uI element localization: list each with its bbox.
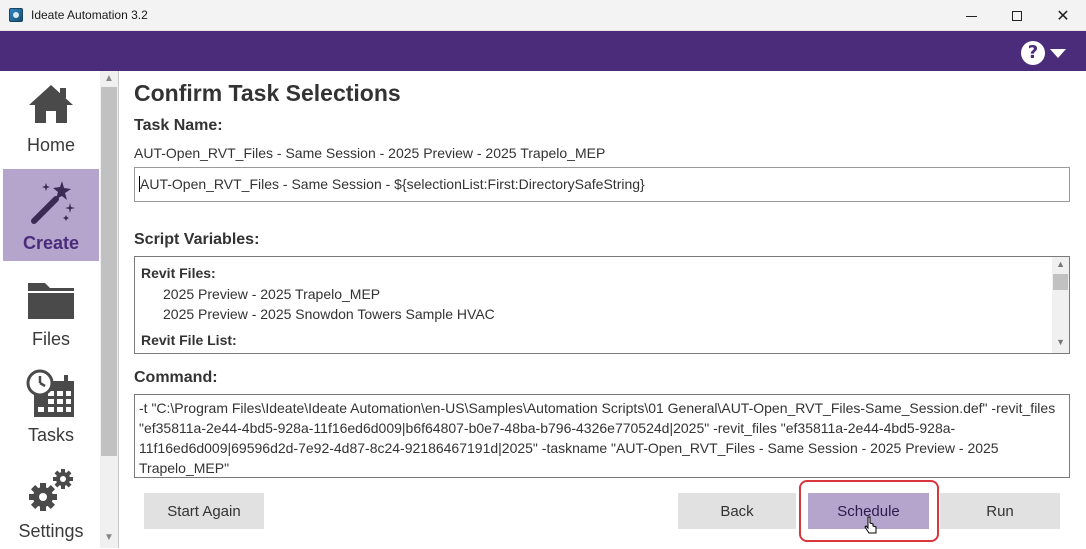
task-name-label: Task Name: (134, 117, 223, 134)
calendar-clock-icon (26, 369, 74, 417)
command-label: Command: (134, 369, 218, 386)
help-icon[interactable]: ? (1021, 41, 1045, 65)
sidebar: Home Create Files Tasks Settings (0, 71, 100, 548)
scroll-up-icon[interactable]: ▲ (104, 73, 114, 84)
script-variables-label: Script Variables: (134, 231, 260, 248)
sidebar-item-home[interactable]: Home (3, 71, 99, 163)
maximize-button[interactable] (994, 0, 1040, 31)
minimize-icon (965, 15, 977, 17)
page-title: Confirm Task Selections (134, 80, 401, 106)
back-button[interactable]: Back (678, 493, 796, 529)
revit-file-list-header: Revit File List: (141, 332, 237, 348)
mouse-pointer-icon (864, 516, 877, 534)
sidebar-item-create[interactable]: Create (3, 169, 99, 261)
close-button[interactable]: ✕ (1040, 0, 1086, 31)
sidebar-item-files[interactable]: Files (3, 265, 99, 357)
scroll-up-icon[interactable]: ▲ (1056, 259, 1065, 269)
gears-icon (29, 469, 73, 511)
window-title-bar: Ideate Automation 3.2 ✕ (0, 0, 1086, 31)
scroll-down-icon[interactable]: ▼ (1056, 337, 1065, 347)
task-name-input[interactable]: AUT-Open_RVT_Files - Same Session - ${se… (134, 167, 1070, 202)
magic-wand-icon (31, 181, 75, 224)
scroll-down-icon[interactable]: ▼ (104, 532, 114, 543)
start-again-button[interactable]: Start Again (144, 493, 264, 529)
sidebar-item-label: Home (26, 135, 75, 155)
sidebar-item-label: Settings (18, 521, 84, 541)
minimize-button[interactable] (948, 0, 994, 31)
sidebar-scrollbar-thumb[interactable] (101, 87, 117, 456)
task-name-preview: AUT-Open_RVT_Files - Same Session - 2025… (134, 145, 606, 161)
sidebar-divider (118, 71, 119, 548)
app-logo-icon (9, 8, 23, 22)
maximize-icon (1012, 10, 1022, 21)
window-title: Ideate Automation 3.2 (31, 8, 148, 22)
close-icon: ✕ (1056, 7, 1070, 25)
app-header: ? (0, 31, 1086, 71)
help-dropdown-caret-icon[interactable] (1050, 49, 1066, 58)
run-button[interactable]: Run (940, 493, 1060, 529)
list-item: 2025 Preview - 2025 Trapelo_MEP (163, 286, 381, 302)
sidebar-item-label: Create (22, 233, 80, 253)
script-variables-scrollbar-thumb[interactable] (1053, 274, 1068, 290)
list-item: 2025 Preview - 2025 Snowdon Towers Sampl… (163, 306, 495, 322)
sidebar-item-label: Files (31, 329, 70, 349)
task-name-input-value: AUT-Open_RVT_Files - Same Session - ${se… (140, 176, 645, 192)
folder-icon (28, 283, 74, 319)
script-variables-list[interactable]: Revit Files: 2025 Preview - 2025 Trapelo… (134, 256, 1070, 354)
revit-files-header: Revit Files: (141, 265, 216, 281)
sidebar-item-tasks[interactable]: Tasks (3, 361, 99, 453)
home-icon (29, 85, 73, 123)
sidebar-item-settings[interactable]: Settings (3, 457, 99, 549)
command-textbox[interactable]: -t "C:\Program Files\Ideate\Ideate Autom… (134, 394, 1070, 478)
sidebar-item-label: Tasks (27, 425, 74, 445)
